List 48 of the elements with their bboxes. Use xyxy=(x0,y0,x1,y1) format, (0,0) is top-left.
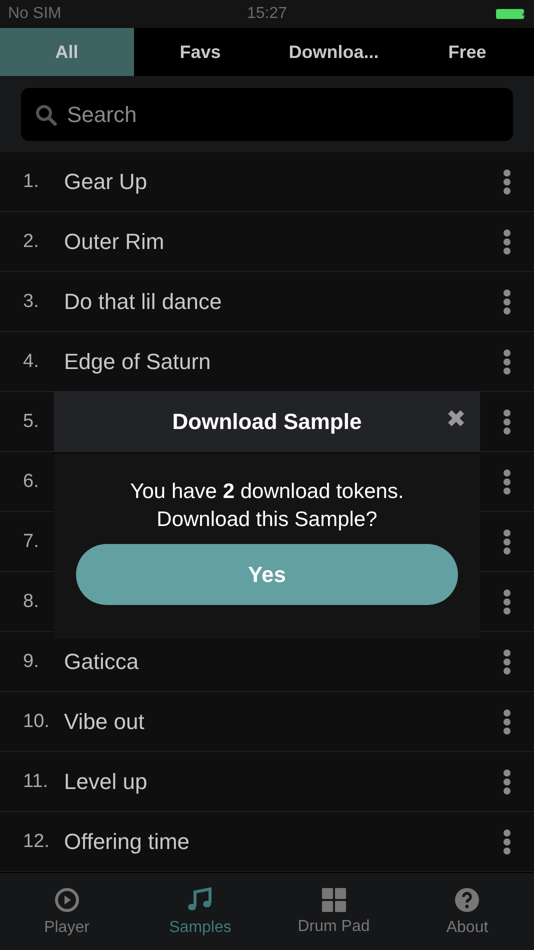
music-note-icon xyxy=(187,886,214,912)
sample-number: 3. xyxy=(23,290,40,312)
more-icon[interactable] xyxy=(503,228,511,254)
more-icon[interactable] xyxy=(503,288,511,314)
more-icon[interactable] xyxy=(503,708,511,734)
sample-number: 1. xyxy=(23,170,40,192)
sample-title[interactable]: Outer Rim xyxy=(64,228,164,254)
more-icon[interactable] xyxy=(503,468,511,494)
sample-title[interactable]: Gaticca xyxy=(64,648,139,674)
battery-icon xyxy=(496,8,526,20)
filter-tab[interactable]: All xyxy=(0,28,134,76)
sample-number: 7. xyxy=(23,530,40,552)
more-icon[interactable] xyxy=(503,768,511,794)
search-field[interactable]: Search xyxy=(21,88,513,141)
more-icon[interactable] xyxy=(503,408,511,434)
sample-number: 12. xyxy=(23,830,50,852)
sample-number: 4. xyxy=(23,350,40,372)
dialog-title: Download Sample xyxy=(172,408,362,434)
sample-title[interactable]: Level up xyxy=(64,768,148,794)
sample-title[interactable]: Do that lil dance xyxy=(64,288,222,314)
more-icon[interactable] xyxy=(503,648,511,674)
close-button[interactable]: ✖ xyxy=(446,406,466,434)
sample-title[interactable]: Offering time xyxy=(64,828,190,854)
dialog-message: You have 2 download tokens. Download this Sample? xyxy=(130,479,404,533)
nav-tab[interactable]: Player xyxy=(0,873,134,950)
sample-number: 8. xyxy=(23,590,40,612)
sample-number: 6. xyxy=(23,470,40,492)
clock: 15:27 xyxy=(246,5,288,23)
grid-icon xyxy=(322,888,346,912)
sample-number: 10. xyxy=(23,710,50,732)
nav-tab[interactable]: Samples xyxy=(134,873,267,950)
sample-title[interactable]: Gear Up xyxy=(64,168,148,194)
more-icon[interactable] xyxy=(503,528,511,554)
sample-number: 5. xyxy=(23,410,40,432)
play-circle-icon xyxy=(54,886,80,912)
sample-number: 9. xyxy=(23,650,40,672)
sample-number: 11. xyxy=(23,770,50,792)
nav-tab[interactable]: Drum Pad xyxy=(267,873,400,950)
more-icon[interactable] xyxy=(503,168,511,194)
more-icon[interactable] xyxy=(503,348,511,374)
sample-title[interactable]: Edge of Saturn xyxy=(64,348,211,374)
carrier-label: No SIM xyxy=(8,5,62,23)
sample-title[interactable]: Vibe out xyxy=(64,708,144,734)
more-icon[interactable] xyxy=(503,588,511,614)
sample-number: 2. xyxy=(23,230,40,252)
help-icon xyxy=(454,886,480,912)
nav-tab[interactable]: About xyxy=(400,873,534,950)
more-icon[interactable] xyxy=(503,828,511,854)
